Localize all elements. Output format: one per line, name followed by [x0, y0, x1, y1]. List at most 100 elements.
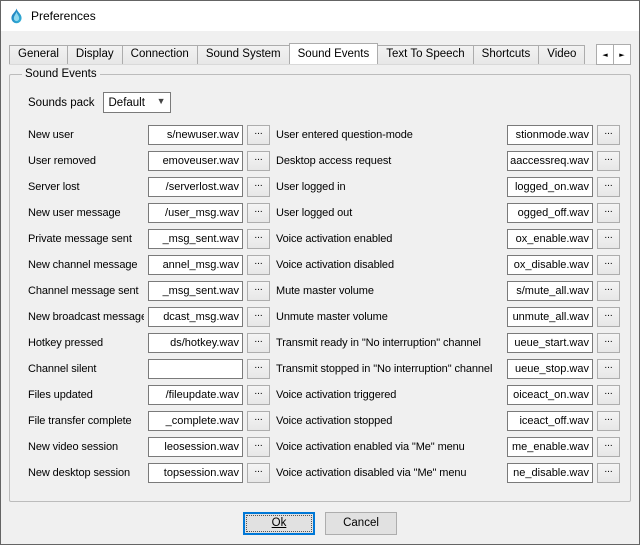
sound-file-input[interactable]: iceact_off.wav	[507, 411, 593, 431]
sound-event-row: User logged in logged_on.wav ...	[276, 177, 620, 197]
sound-file-input[interactable]: s/newuser.wav	[148, 125, 243, 145]
sound-event-label: Transmit ready in "No interruption" chan…	[276, 337, 503, 349]
browse-button[interactable]: ...	[597, 203, 620, 223]
browse-button[interactable]: ...	[597, 463, 620, 483]
browse-button[interactable]: ...	[597, 281, 620, 301]
sound-file-input[interactable]: aaccessreq.wav	[507, 151, 593, 171]
tab-shortcuts[interactable]: Shortcuts	[473, 45, 540, 64]
sound-file-input[interactable]: _msg_sent.wav	[148, 229, 243, 249]
sound-file-input[interactable]: me_enable.wav	[507, 437, 593, 457]
sound-event-label: Voice activation disabled	[276, 259, 503, 271]
cancel-button[interactable]: Cancel	[325, 512, 397, 535]
browse-button[interactable]: ...	[597, 333, 620, 353]
sound-file-value: ueue_start.wav	[514, 337, 589, 349]
browse-button[interactable]: ...	[247, 307, 270, 327]
sound-file-input[interactable]: ox_enable.wav	[507, 229, 593, 249]
browse-button[interactable]: ...	[247, 437, 270, 457]
sound-event-row: Channel message sent _msg_sent.wav ...	[28, 281, 270, 301]
sound-file-input[interactable]: topsession.wav	[148, 463, 243, 483]
browse-button[interactable]: ...	[247, 177, 270, 197]
sound-file-input[interactable]: emoveuser.wav	[148, 151, 243, 171]
tab-video[interactable]: Video	[538, 45, 585, 64]
tab-text-to-speech[interactable]: Text To Speech	[377, 45, 473, 64]
tab-connection[interactable]: Connection	[122, 45, 198, 64]
browse-button[interactable]: ...	[247, 411, 270, 431]
tab-display[interactable]: Display	[67, 45, 123, 64]
browse-button[interactable]: ...	[597, 255, 620, 275]
browse-button[interactable]: ...	[597, 307, 620, 327]
tab-sound-events[interactable]: Sound Events	[289, 43, 379, 65]
sound-event-label: New video session	[28, 441, 144, 453]
tab-scroll-right-button[interactable]: ►	[613, 44, 631, 65]
sound-file-value: oiceact_on.wav	[513, 389, 589, 401]
sound-file-input[interactable]: ueue_stop.wav	[507, 359, 593, 379]
sound-event-row: Voice activation triggered oiceact_on.wa…	[276, 385, 620, 405]
browse-button[interactable]: ...	[247, 151, 270, 171]
dialog-footer: Ok Cancel	[9, 502, 631, 544]
browse-button[interactable]: ...	[597, 437, 620, 457]
sound-file-value: dcast_msg.wav	[163, 311, 239, 323]
group-title: Sound Events	[22, 68, 100, 80]
browse-button[interactable]: ...	[247, 385, 270, 405]
sound-file-input[interactable]: ne_disable.wav	[507, 463, 593, 483]
browse-button[interactable]: ...	[597, 229, 620, 249]
tab-general[interactable]: General	[9, 45, 68, 64]
tab-scroll-control: ◄ ►	[597, 44, 631, 65]
sound-file-value: ueue_stop.wav	[515, 363, 589, 375]
sound-event-row: Channel silent ...	[28, 359, 270, 379]
browse-button[interactable]: ...	[247, 125, 270, 145]
sound-file-input[interactable]: s/mute_all.wav	[507, 281, 593, 301]
browse-button[interactable]: ...	[247, 281, 270, 301]
sound-event-label: New channel message	[28, 259, 144, 271]
browse-button[interactable]: ...	[597, 125, 620, 145]
browse-button[interactable]: ...	[597, 385, 620, 405]
browse-button[interactable]: ...	[247, 359, 270, 379]
sound-event-row: New user message /user_msg.wav ...	[28, 203, 270, 223]
browse-button[interactable]: ...	[247, 333, 270, 353]
sound-file-input[interactable]: unmute_all.wav	[507, 307, 593, 327]
ok-button[interactable]: Ok	[243, 512, 315, 535]
sound-file-input[interactable]: ds/hotkey.wav	[148, 333, 243, 353]
sound-file-input[interactable]: _complete.wav	[148, 411, 243, 431]
browse-button[interactable]: ...	[597, 177, 620, 197]
sound-file-value: annel_msg.wav	[163, 259, 239, 271]
titlebar[interactable]: Preferences	[1, 1, 639, 31]
sound-event-row: Mute master volume s/mute_all.wav ...	[276, 281, 620, 301]
sound-file-value: logged_on.wav	[515, 181, 589, 193]
sound-event-row: Voice activation disabled via "Me" menu …	[276, 463, 620, 483]
browse-button[interactable]: ...	[247, 203, 270, 223]
browse-button[interactable]: ...	[247, 229, 270, 249]
sound-file-value: ox_enable.wav	[516, 233, 589, 245]
sound-event-label: Server lost	[28, 181, 144, 193]
sound-file-value: iceact_off.wav	[519, 415, 589, 427]
tab-bar: GeneralDisplayConnectionSound SystemSoun…	[9, 43, 631, 65]
sound-file-input[interactable]: oiceact_on.wav	[507, 385, 593, 405]
sound-file-input[interactable]: ueue_start.wav	[507, 333, 593, 353]
browse-button[interactable]: ...	[597, 411, 620, 431]
sound-file-input[interactable]: dcast_msg.wav	[148, 307, 243, 327]
browse-button[interactable]: ...	[597, 151, 620, 171]
sound-file-input[interactable]: annel_msg.wav	[148, 255, 243, 275]
sound-event-row: User removed emoveuser.wav ...	[28, 151, 270, 171]
sound-event-row: Hotkey pressed ds/hotkey.wav ...	[28, 333, 270, 353]
sound-file-input[interactable]: leosession.wav	[148, 437, 243, 457]
sound-file-input[interactable]: logged_on.wav	[507, 177, 593, 197]
browse-button[interactable]: ...	[597, 359, 620, 379]
sound-event-label: New user	[28, 129, 144, 141]
browse-button[interactable]: ...	[247, 255, 270, 275]
sounds-pack-select[interactable]: Default ▼	[103, 92, 171, 113]
sound-file-input[interactable]: _msg_sent.wav	[148, 281, 243, 301]
sound-event-label: Files updated	[28, 389, 144, 401]
sound-file-input[interactable]: /user_msg.wav	[148, 203, 243, 223]
sound-file-input[interactable]: ogged_off.wav	[507, 203, 593, 223]
tab-sound-system[interactable]: Sound System	[197, 45, 290, 64]
sound-file-input[interactable]	[148, 359, 243, 379]
browse-button[interactable]: ...	[247, 463, 270, 483]
sound-events-group: Sound Events Sounds pack Default ▼ New u…	[9, 68, 631, 502]
sound-file-input[interactable]: stionmode.wav	[507, 125, 593, 145]
sound-file-input[interactable]: ox_disable.wav	[507, 255, 593, 275]
sound-event-row: Desktop access request aaccessreq.wav ..…	[276, 151, 620, 171]
tab-scroll-left-button[interactable]: ◄	[596, 44, 614, 65]
sound-file-input[interactable]: /fileupdate.wav	[148, 385, 243, 405]
sound-file-input[interactable]: /serverlost.wav	[148, 177, 243, 197]
